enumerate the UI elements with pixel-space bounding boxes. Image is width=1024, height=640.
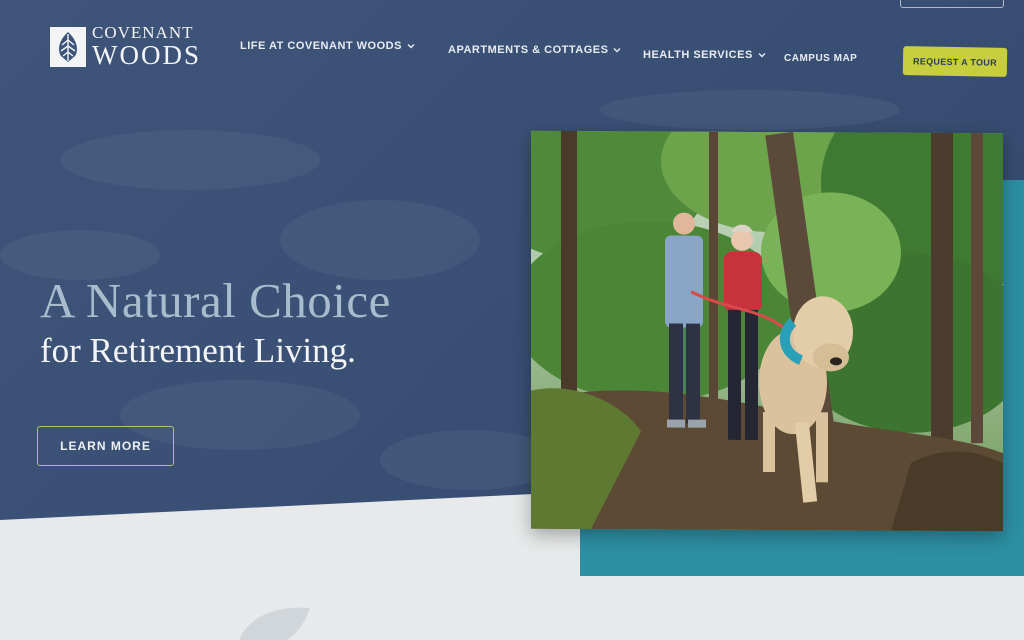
chevron-down-icon	[613, 48, 621, 53]
nav-item-label: HEALTH SERVICES	[643, 49, 753, 61]
logo-text-line2: WOODS	[92, 40, 201, 70]
texture-blot	[600, 90, 900, 130]
texture-blot	[280, 200, 480, 280]
tree-leaf-icon	[50, 26, 86, 67]
nav-item-health[interactable]: HEALTH SERVICES	[643, 49, 766, 61]
nav-item-label: APARTMENTS & COTTAGES	[448, 44, 609, 56]
logo[interactable]: COVENANT WOODS	[50, 24, 201, 69]
top-outline-button[interactable]	[900, 0, 1004, 8]
nav-item-life[interactable]: LIFE AT COVENANT WOODS	[240, 40, 415, 52]
chevron-down-icon	[407, 44, 415, 49]
leaf-decoration-icon	[239, 607, 310, 640]
texture-blot	[60, 130, 320, 190]
learn-more-button[interactable]: LEARN MORE	[37, 426, 174, 466]
logo-text-line1: COVENANT	[92, 23, 194, 42]
nav-item-label: LIFE AT COVENANT WOODS	[240, 40, 402, 52]
nav-item-apartments[interactable]: APARTMENTS & COTTAGES	[448, 44, 621, 56]
request-tour-button[interactable]: REQUEST A TOUR	[902, 46, 1008, 77]
chevron-down-icon	[758, 53, 766, 58]
page-title: A Natural Choice	[40, 273, 391, 328]
hero-photo	[531, 130, 1003, 532]
page-subtitle: for Retirement Living.	[40, 331, 356, 370]
nav-item-campus-map[interactable]: CAMPUS MAP	[784, 53, 857, 64]
hero-headline: A Natural Choice for Retirement Living.	[40, 272, 391, 371]
nav-item-label: CAMPUS MAP	[784, 53, 858, 64]
